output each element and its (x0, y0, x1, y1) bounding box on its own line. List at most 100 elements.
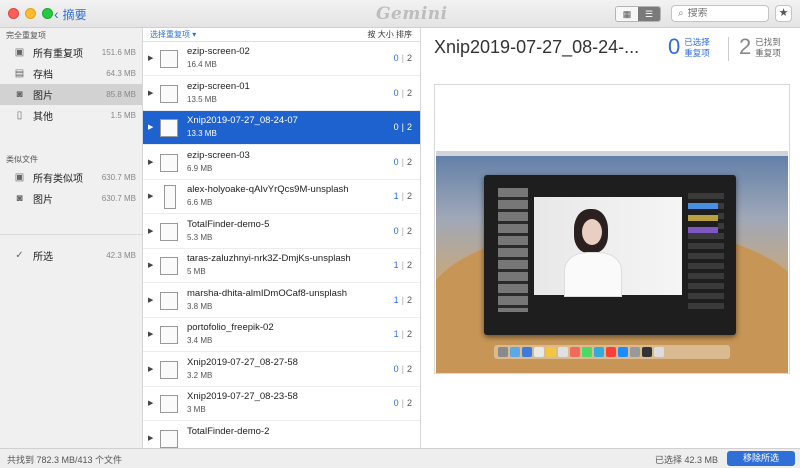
remove-selected-button[interactable]: 移除所选 (727, 451, 795, 466)
list-row[interactable]: ▶ Xnip2019-07-27_08-24-07 13.3 MB 0 | 2 (143, 111, 420, 145)
sidebar-item-size: 1.5 MB (110, 111, 136, 120)
zoom-window-button[interactable] (42, 8, 53, 19)
file-thumbnail (160, 257, 178, 275)
search-icon: ⌕ (678, 8, 684, 19)
back-to-summary-button[interactable]: ‹ 摘要 (54, 6, 87, 23)
list-row[interactable]: ▶ TotalFinder-demo-5 5.3 MB 0 | 2 (143, 215, 420, 249)
sidebar-item-all-duplicates[interactable]: ▣ 所有重复项 151.6 MB (0, 42, 142, 63)
sidebar-item-label: 所有类似项 (33, 174, 83, 185)
selected-duplicate-count: 0 (393, 156, 399, 167)
disclosure-triangle-icon[interactable]: ▶ (148, 89, 153, 97)
file-size: 5.3 MB (187, 232, 213, 242)
sidebar: 完全重复项 ▣ 所有重复项 151.6 MB ▤ 存档 64.3 MB ◙ 图片… (0, 28, 143, 448)
count-separator: | (401, 329, 404, 339)
file-name: Xnip2019-07-27_08-27-58 (187, 356, 298, 368)
check-icon: ✓ (15, 250, 24, 261)
disclosure-triangle-icon[interactable]: ▶ (148, 261, 153, 269)
list-icon: ☰ (644, 8, 654, 19)
camera-icon: ◙ (16, 193, 23, 204)
sidebar-item-archive[interactable]: ▤ 存档 64.3 MB (0, 63, 142, 84)
file-name: marsha-dhita-almIDmOCaf8-unsplash (187, 287, 347, 299)
disclosure-triangle-icon[interactable]: ▶ (148, 399, 153, 407)
preview-portrait (534, 197, 682, 297)
grid-icon: ▦ (622, 8, 632, 19)
list-row[interactable]: ▶ ezip-screen-01 13.5 MB 0 | 2 (143, 77, 420, 111)
list-row[interactable]: ▶ Xnip2019-07-27_08-27-58 3.2 MB 0 | 2 (143, 353, 420, 387)
list-row[interactable]: ▶ portofolio_freepik-02 3.4 MB 1 | 2 (143, 318, 420, 352)
sort-menu[interactable]: 按 大小 排序 (368, 29, 412, 40)
selected-label-line2: 重复项 (684, 48, 710, 58)
sidebar-item-all-similar[interactable]: ▣ 所有类似项 630.7 MB (0, 167, 142, 188)
disclosure-triangle-icon[interactable]: ▶ (148, 54, 153, 62)
list-row[interactable]: ▶ ezip-screen-02 16.4 MB 0 | 2 (143, 42, 420, 76)
selected-duplicate-count: 1 (393, 191, 399, 201)
found-count: 2 (739, 34, 752, 59)
sidebar-item-selected[interactable]: ✓ 所选 42.3 MB (0, 245, 142, 266)
back-label: 摘要 (62, 8, 87, 22)
list-row[interactable]: ▶ TotalFinder-demo-2 (143, 422, 420, 449)
search-input[interactable] (687, 8, 748, 19)
selected-duplicate-count: 0 (393, 225, 399, 236)
count-separator: | (401, 225, 404, 236)
disclosure-triangle-icon[interactable]: ▶ (148, 434, 153, 442)
minimize-window-button[interactable] (25, 8, 36, 19)
document-icon: ▯ (16, 110, 23, 121)
total-duplicate-count: 2 (406, 260, 412, 270)
file-size: 6.6 MB (187, 198, 213, 207)
file-size: 3.8 MB (187, 301, 213, 311)
disclosure-triangle-icon[interactable]: ▶ (148, 123, 153, 131)
total-duplicate-count: 2 (406, 294, 412, 305)
search-box[interactable]: ⌕ (671, 5, 769, 22)
disclosure-triangle-icon[interactable]: ▶ (148, 192, 153, 200)
disclosure-triangle-icon[interactable]: ▶ (148, 158, 153, 166)
file-name: portofolio_freepik-02 (187, 322, 274, 333)
count-separator: | (401, 294, 404, 305)
duplicate-count: 0 | 2 (394, 53, 412, 63)
sidebar-item-images[interactable]: ◙ 图片 85.8 MB (0, 84, 142, 105)
file-name: TotalFinder-demo-5 (187, 218, 270, 230)
total-duplicate-count: 2 (406, 53, 412, 63)
list-view-button[interactable]: ☰ (638, 7, 660, 21)
count-separator: | (401, 53, 404, 63)
sidebar-item-label: 所有重复项 (33, 49, 83, 60)
list-row[interactable]: ▶ taras-zaluzhnyi-nrk3Z-DmjKs-unsplash 5 M… (143, 249, 420, 283)
file-thumbnail (160, 395, 178, 413)
favorite-button[interactable]: ★ (775, 5, 792, 22)
file-size: 3.4 MB (187, 336, 213, 345)
duplicate-count: 0 | 2 (394, 157, 412, 167)
file-size: 3.2 MB (187, 370, 213, 380)
close-window-button[interactable] (8, 8, 19, 19)
sidebar-item-size: 42.3 MB (106, 251, 136, 260)
disclosure-triangle-icon[interactable]: ▶ (148, 330, 153, 338)
sidebar-item-similar-images[interactable]: ◙ 图片 630.7 MB (0, 188, 142, 209)
selected-duplicate-count: 0 (393, 398, 399, 408)
duplicates-icon: ▣ (14, 47, 25, 58)
disclosure-triangle-icon[interactable]: ▶ (148, 296, 153, 304)
found-duplicates-stat: 2 已找到 重复项 (739, 35, 781, 59)
list-row[interactable]: ▶ ezip-screen-03 6.9 MB 0 | 2 (143, 146, 420, 180)
list-row[interactable]: ▶ marsha-dhita-almIDmOCaf8-unsplash 3.8 MB… (143, 284, 420, 318)
total-duplicate-count: 2 (406, 225, 412, 236)
sidebar-item-size: 64.3 MB (106, 69, 136, 78)
list-row[interactable]: ▶ alex-holyoake-qAIvYrQcs9M-unsplash 6.6 M… (143, 180, 420, 214)
file-thumbnail (160, 291, 178, 310)
select-duplicates-menu[interactable]: 选择重复项 ▾ (150, 29, 196, 40)
selected-duplicate-count: 0 (393, 87, 399, 98)
section-header-exact: 完全重复项 (6, 31, 46, 40)
selected-duplicate-count: 0 (393, 122, 399, 132)
duplicate-count: 1 | 2 (394, 260, 412, 270)
grid-view-button[interactable]: ▦ (616, 7, 638, 21)
list-row[interactable]: ▶ Xnip2019-07-27_08-23-58 3 MB 0 | 2 (143, 387, 420, 421)
total-duplicate-count: 2 (406, 191, 412, 201)
count-separator: | (401, 398, 404, 408)
disclosure-triangle-icon[interactable]: ▶ (148, 227, 153, 235)
file-name: ezip-screen-02 (187, 46, 250, 57)
sidebar-item-other[interactable]: ▯ 其他 1.5 MB (0, 105, 142, 126)
file-name: alex-holyoake-qAIvYrQcs9M-unsplash (187, 184, 349, 195)
count-separator: | (401, 363, 404, 374)
file-thumbnail (160, 326, 178, 344)
count-separator: | (401, 191, 404, 201)
selected-count: 0 (668, 34, 681, 59)
disclosure-triangle-icon[interactable]: ▶ (148, 365, 153, 373)
found-label-line1: 已找到 (755, 37, 781, 47)
